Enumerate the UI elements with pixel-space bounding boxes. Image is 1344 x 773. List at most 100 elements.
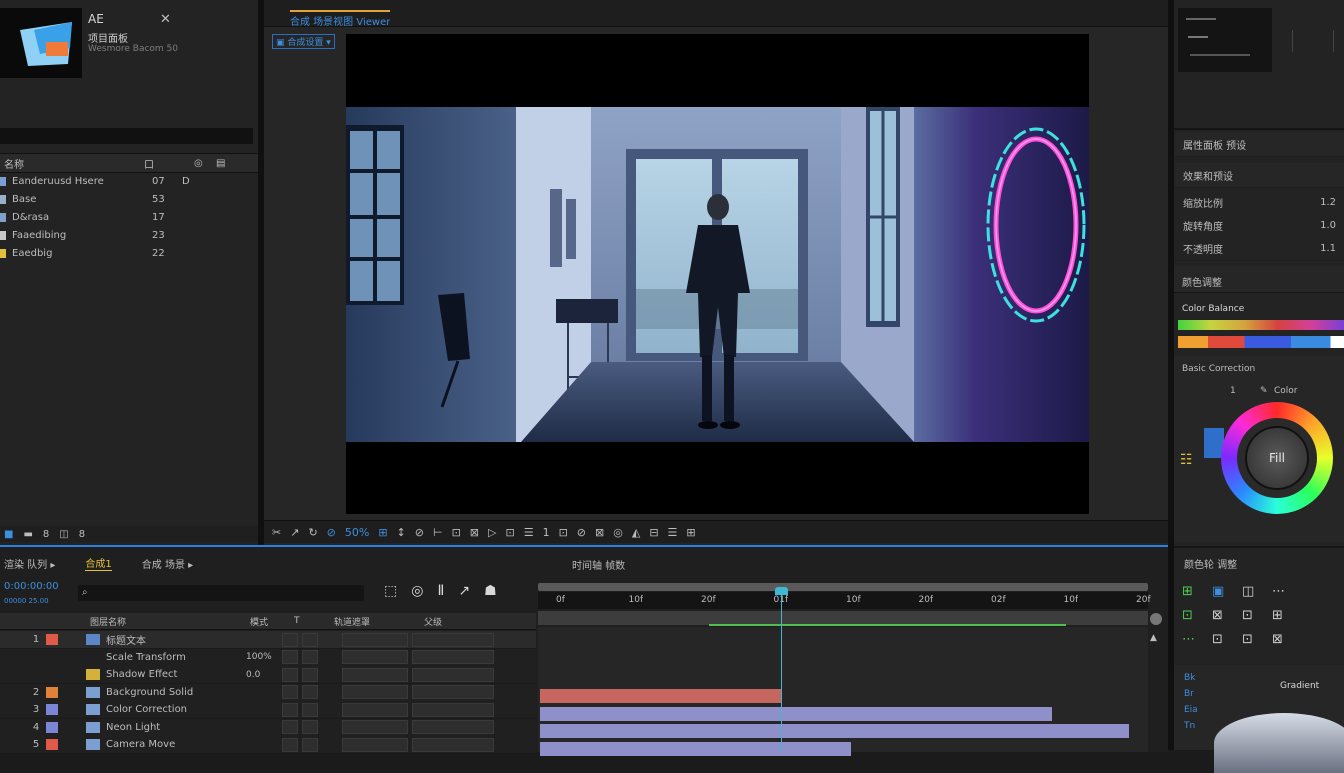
layer-row[interactable]: 3 Color Correction xyxy=(0,701,536,719)
preset-item[interactable]: Bk xyxy=(1184,673,1195,683)
layer-mode-dropdown[interactable] xyxy=(342,702,408,717)
work-area-bar[interactable] xyxy=(538,611,1148,626)
viewer-toolbar-icon[interactable]: ◭ xyxy=(632,526,640,539)
viewer-toolbar-icon[interactable]: ⊘ xyxy=(577,526,586,539)
viewer-toolbar-icon[interactable]: ✂ xyxy=(272,526,281,539)
viewer-toolbar-icon[interactable]: ↻ xyxy=(308,526,317,539)
layer-row[interactable]: 5 Camera Move xyxy=(0,736,536,754)
tool-icon[interactable]: ⊡ xyxy=(1212,632,1223,647)
tool-icon[interactable]: ⊡ xyxy=(1242,632,1253,647)
layer-switch[interactable] xyxy=(282,702,298,717)
viewer-toolbar-icon[interactable]: ↗ xyxy=(290,526,299,539)
viewer-toolbar-icon[interactable]: ⊞ xyxy=(686,526,695,539)
layer-switch[interactable] xyxy=(302,720,318,734)
tool-icon[interactable]: ⊞ xyxy=(1272,608,1283,623)
layer-switch[interactable] xyxy=(302,702,318,717)
viewer-toolbar-icon[interactable]: ⊠ xyxy=(470,526,479,539)
layer-switch[interactable] xyxy=(282,650,298,664)
timeline-tool-icon[interactable]: ☗ xyxy=(484,583,497,599)
close-icon[interactable]: ✕ xyxy=(160,12,171,27)
layer-switch[interactable] xyxy=(302,632,318,647)
current-time-display[interactable]: 0:00:00:00 xyxy=(4,581,59,592)
zoom-icon[interactable] xyxy=(1150,613,1162,625)
viewer-toolbar-icon[interactable]: ⊠ xyxy=(595,526,604,539)
timeline-tool-icon[interactable]: ⬚ xyxy=(384,583,397,599)
viewer-toolbar-icon[interactable]: ⊘ xyxy=(415,526,424,539)
property-value[interactable]: 1.0 xyxy=(1320,220,1336,231)
playhead-handle[interactable] xyxy=(774,587,788,595)
layer-mode-dropdown[interactable] xyxy=(342,737,408,752)
layer-search-input[interactable]: ⌕ xyxy=(78,585,364,601)
column-header-icon[interactable]: 口 xyxy=(144,156,194,171)
column-header-icon[interactable]: ◎ xyxy=(194,158,216,169)
scroll-up-icon[interactable]: ▲ xyxy=(1150,633,1157,643)
property-value[interactable]: 1.2 xyxy=(1320,197,1336,208)
layer-row[interactable]: 4 Neon Light xyxy=(0,718,536,737)
project-item[interactable]: Eanderuusd Hsere 07 D xyxy=(0,173,245,190)
property-row[interactable]: 缩放比例 1.2 xyxy=(1175,190,1344,215)
project-item[interactable]: Base 53 xyxy=(0,191,245,208)
layer-name[interactable]: 标题文本 xyxy=(106,632,246,647)
layer-parent-dropdown[interactable] xyxy=(412,667,494,682)
interpret-icon[interactable]: ◫ xyxy=(59,529,68,540)
layer-row[interactable]: Scale Transform 100% xyxy=(0,648,536,667)
viewer-toolbar-icon[interactable]: ☰ xyxy=(668,526,678,539)
tool-icon[interactable]: ◫ xyxy=(1242,584,1254,599)
new-folder-icon[interactable]: ■ xyxy=(4,529,13,540)
depth-icon[interactable]: 8 xyxy=(79,529,85,540)
layer-switch[interactable] xyxy=(282,737,298,752)
layer-row[interactable]: Shadow Effect 0.0 xyxy=(0,666,536,684)
layer-name[interactable]: Neon Light xyxy=(106,722,246,733)
color-wheel[interactable]: Fill xyxy=(1221,402,1333,514)
viewer-toolbar-icon[interactable]: ◎ xyxy=(613,526,623,539)
column-header-icon[interactable]: ▤ xyxy=(216,158,238,169)
mode-column[interactable]: 模式 xyxy=(250,615,294,628)
layer-row[interactable]: 1 标题文本 xyxy=(0,631,536,649)
layer-name-column[interactable]: 图层名称 xyxy=(90,615,250,628)
layer-parent-dropdown[interactable] xyxy=(412,702,494,717)
preset-item[interactable]: Br xyxy=(1184,689,1194,699)
layer-label-color[interactable] xyxy=(46,669,58,680)
viewer-toolbar-icon[interactable]: ▷ xyxy=(488,526,496,539)
layer-label-color[interactable] xyxy=(46,634,58,645)
property-row[interactable]: 效果和预设 xyxy=(1175,163,1344,188)
layer-name[interactable]: Scale Transform xyxy=(106,652,246,663)
layer-mode-dropdown[interactable] xyxy=(342,667,408,682)
project-item[interactable]: Faaedibing 23 xyxy=(0,227,245,244)
layer-label-color[interactable] xyxy=(46,721,58,733)
viewer-toolbar-icon[interactable]: 1 xyxy=(543,526,550,539)
time-ruler[interactable]: 0f10f20f01f10f20f02f10f20f xyxy=(538,592,1151,609)
layer-switch[interactable] xyxy=(302,667,318,682)
layer-mode-dropdown[interactable] xyxy=(342,685,408,699)
viewer-toolbar-icon[interactable]: ⊡ xyxy=(452,526,461,539)
composition-tab[interactable]: 合成 场景视图 Viewer xyxy=(290,10,391,28)
timeline-tool-icon[interactable]: ↗ xyxy=(458,583,470,599)
color-section-header[interactable]: 颜色调整 xyxy=(1174,266,1344,293)
work-area-range[interactable] xyxy=(708,624,1066,626)
layer-name[interactable]: Color Correction xyxy=(106,704,246,715)
layer-label-color[interactable] xyxy=(46,652,58,663)
playhead[interactable] xyxy=(774,587,788,752)
layer-name[interactable]: Camera Move xyxy=(106,739,246,750)
layer-duration-bar[interactable] xyxy=(540,724,1129,738)
layer-switch[interactable] xyxy=(282,720,298,734)
timeline-tab[interactable]: 合成 场景 ▸ xyxy=(142,556,193,571)
tool-icon[interactable]: ⊡ xyxy=(1182,608,1193,623)
layer-switch[interactable] xyxy=(282,685,298,699)
property-value[interactable]: 1.1 xyxy=(1320,243,1336,254)
timeline-tool-icon[interactable]: Ⅱ xyxy=(437,583,444,599)
eyedropper-icon[interactable]: ✎ xyxy=(1260,386,1268,396)
viewer-toolbar-icon[interactable]: ⊞ xyxy=(378,526,387,539)
layer-row[interactable]: 2 Background Solid xyxy=(0,683,536,702)
layer-switch[interactable] xyxy=(302,650,318,664)
viewer-toolbar-icon[interactable]: ⊘ xyxy=(327,526,336,539)
viewer-toolbar-icon[interactable]: ⊡ xyxy=(505,526,514,539)
layer-switch[interactable] xyxy=(302,685,318,699)
layer-label-color[interactable] xyxy=(46,686,58,698)
tool-icon[interactable]: ⊠ xyxy=(1272,632,1283,647)
project-item[interactable]: Eaedbig 22 xyxy=(0,245,245,262)
layer-parent-dropdown[interactable] xyxy=(412,650,494,664)
layer-label-color[interactable] xyxy=(46,739,58,750)
tool-icon[interactable]: ⊠ xyxy=(1212,608,1223,623)
viewer-toolbar-icon[interactable]: ⊢ xyxy=(433,526,443,539)
